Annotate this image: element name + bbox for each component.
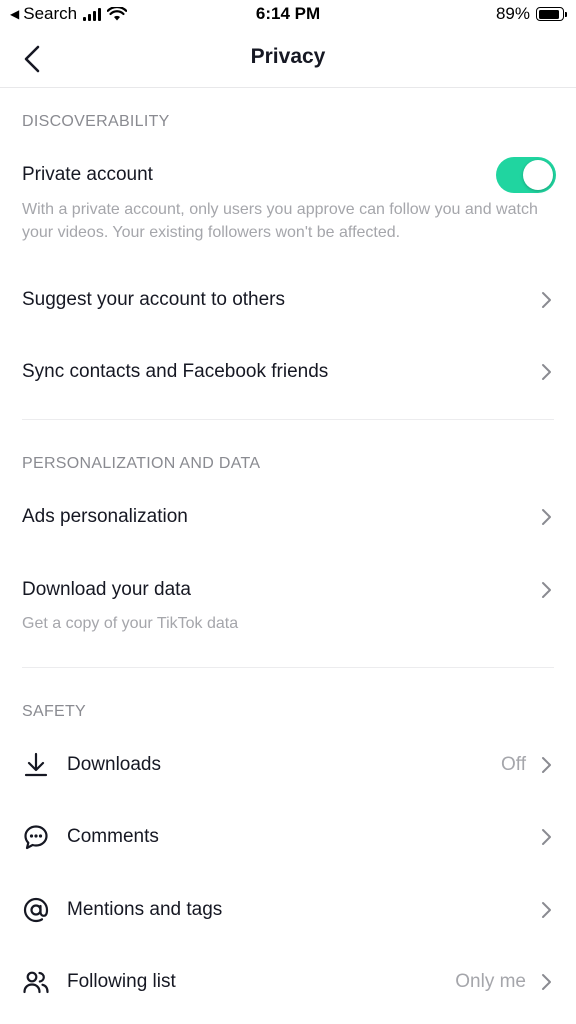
private-account-label: Private account xyxy=(22,164,153,185)
status-bar: ◀ Search 6:14 PM 89% xyxy=(0,0,576,30)
battery-fill xyxy=(538,9,559,19)
page-title: Privacy xyxy=(250,45,326,68)
chevron-right-icon xyxy=(542,757,551,773)
chevron-right-icon xyxy=(542,829,551,845)
private-account-row: Private account With a private account, … xyxy=(0,150,576,250)
at-sign-icon xyxy=(23,897,49,923)
comments-row[interactable]: Comments xyxy=(0,807,576,867)
comment-icon xyxy=(24,825,48,850)
sync-contacts-label: Sync contacts and Facebook friends xyxy=(22,361,329,382)
chevron-right-icon xyxy=(542,292,551,308)
section-header-discoverability: DISCOVERABILITY xyxy=(22,113,170,130)
suggest-account-label: Suggest your account to others xyxy=(22,289,285,310)
following-list-row[interactable]: Following list Only me xyxy=(0,952,576,1012)
chevron-right-icon xyxy=(542,902,551,918)
download-icon xyxy=(24,752,48,777)
divider xyxy=(22,667,554,668)
following-list-label: Following list xyxy=(67,971,176,992)
download-data-label: Download your data xyxy=(22,579,191,600)
nav-bar: Privacy xyxy=(0,30,576,88)
toggle-knob xyxy=(523,160,553,190)
downloads-row[interactable]: Downloads Off xyxy=(0,735,576,795)
ads-personalization-label: Ads personalization xyxy=(22,506,188,527)
suggest-account-row[interactable]: Suggest your account to others xyxy=(0,270,576,330)
section-header-personalization: PERSONALIZATION AND DATA xyxy=(22,455,261,472)
mentions-tags-row[interactable]: Mentions and tags xyxy=(0,880,576,940)
downloads-value: Off xyxy=(501,754,526,775)
download-data-row[interactable]: Download your data Get a copy of your Ti… xyxy=(0,560,576,640)
status-battery: 89% xyxy=(495,4,567,24)
download-data-description: Get a copy of your TikTok data xyxy=(22,615,239,632)
downloads-label: Downloads xyxy=(67,754,161,775)
following-list-value: Only me xyxy=(455,971,526,992)
divider xyxy=(22,419,554,420)
private-account-toggle[interactable] xyxy=(496,157,556,193)
chevron-right-icon xyxy=(542,509,551,525)
private-account-description: With a private account, only users you a… xyxy=(22,201,538,241)
mentions-tags-label: Mentions and tags xyxy=(67,899,223,920)
battery-icon xyxy=(536,7,567,21)
battery-percent: 89% xyxy=(495,4,530,23)
comments-label: Comments xyxy=(67,826,159,847)
people-icon xyxy=(23,971,49,994)
chevron-right-icon xyxy=(542,364,551,380)
section-header-safety: SAFETY xyxy=(22,703,87,720)
status-time: 6:14 PM xyxy=(255,4,321,23)
ads-personalization-row[interactable]: Ads personalization xyxy=(0,487,576,547)
chevron-right-icon xyxy=(542,582,551,598)
sync-contacts-row[interactable]: Sync contacts and Facebook friends xyxy=(0,342,576,402)
chevron-right-icon xyxy=(542,974,551,990)
